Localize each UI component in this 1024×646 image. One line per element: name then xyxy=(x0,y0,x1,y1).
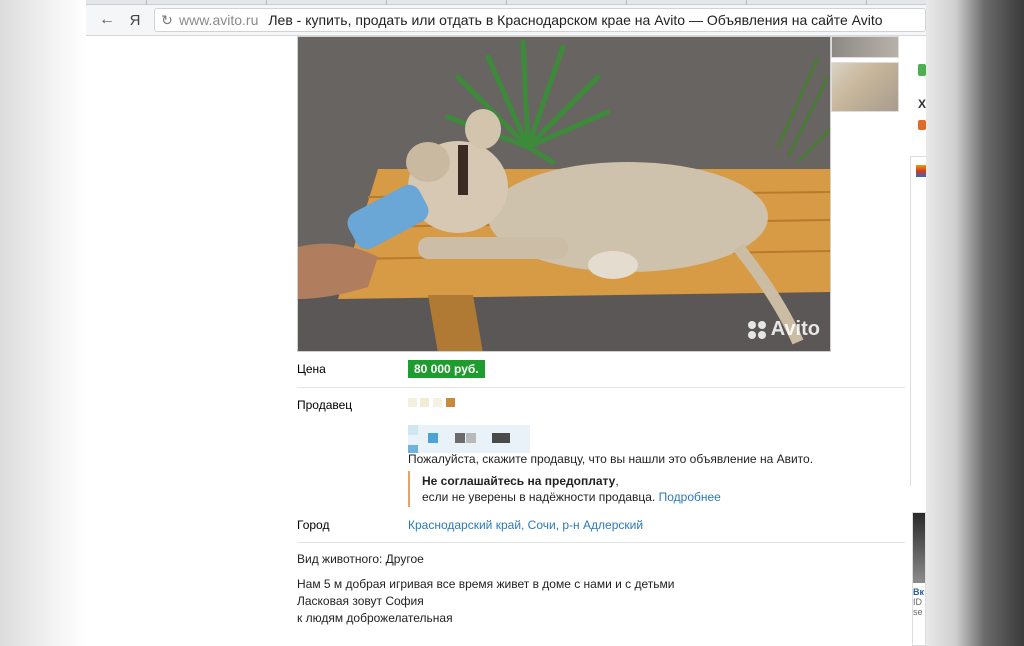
right-column-panel xyxy=(910,156,926,486)
url-domain: www.avito.ru xyxy=(179,12,259,28)
city-link[interactable]: Краснодарский край, Сочи, р-н Адлерский xyxy=(408,518,643,532)
more-link[interactable]: Подробнее xyxy=(659,490,721,504)
seller-notice: Пожалуйста, скажите продавцу, что вы наш… xyxy=(408,452,814,466)
warning-title: Не соглашайтесь на предоплату, xyxy=(422,474,619,488)
thumbnail-1[interactable] xyxy=(831,36,899,58)
ad-subtitle: ID xyxy=(913,597,922,607)
description-line-3: к людям доброжелательная xyxy=(297,611,453,625)
price-label: Цена xyxy=(297,362,326,376)
browser-toolbar: ← Я ↻ www.avito.ru Лев - купить, продать… xyxy=(86,5,926,36)
seller-phone-pixelated xyxy=(408,425,530,453)
listing-photo[interactable]: Avito xyxy=(297,36,831,352)
left-margin xyxy=(0,0,86,646)
orange-icon xyxy=(918,120,926,130)
arrow-left-icon: ← xyxy=(99,11,115,28)
yandex-logo-icon: Я xyxy=(129,11,141,29)
avito-watermark: Avito xyxy=(747,318,820,341)
back-button[interactable]: ← xyxy=(96,9,118,31)
divider xyxy=(297,542,905,543)
price-badge: 80 000 руб. xyxy=(408,360,485,378)
address-bar[interactable]: ↻ www.avito.ru Лев - купить, продать или… xyxy=(154,8,926,32)
description-line-2: Ласковая зовут София xyxy=(297,594,424,608)
watermark-text: Avito xyxy=(770,318,820,340)
lion-cub-photo-icon xyxy=(298,37,830,351)
city-label: Город xyxy=(297,518,330,532)
ad-subtitle-2: se xyxy=(913,607,923,617)
ad-title: Вк xyxy=(913,587,925,597)
right-column-letter: Х xyxy=(918,97,927,111)
green-icon xyxy=(918,64,926,76)
warning-text: если не уверены в надёжности продавца. П… xyxy=(422,490,721,504)
description-line-1: Нам 5 м добрая игривая все время живет в… xyxy=(297,577,675,591)
avito-dots-icon xyxy=(747,320,766,339)
animal-type: Вид животного: Другое xyxy=(297,552,424,566)
right-margin xyxy=(926,0,1024,646)
prepayment-warning: Не соглашайтесь на предоплату, если не у… xyxy=(408,471,721,507)
divider xyxy=(297,387,905,388)
thumbnail-2[interactable] xyxy=(831,62,899,112)
seller-label: Продавец xyxy=(297,398,353,412)
right-ad-card[interactable]: Вк ID se xyxy=(912,512,926,646)
flag-icon xyxy=(916,165,926,177)
reload-icon[interactable]: ↻ xyxy=(155,12,179,29)
yandex-button[interactable]: Я xyxy=(124,9,146,31)
page-title: Лев - купить, продать или отдать в Красн… xyxy=(268,12,883,28)
ad-image xyxy=(913,513,925,583)
